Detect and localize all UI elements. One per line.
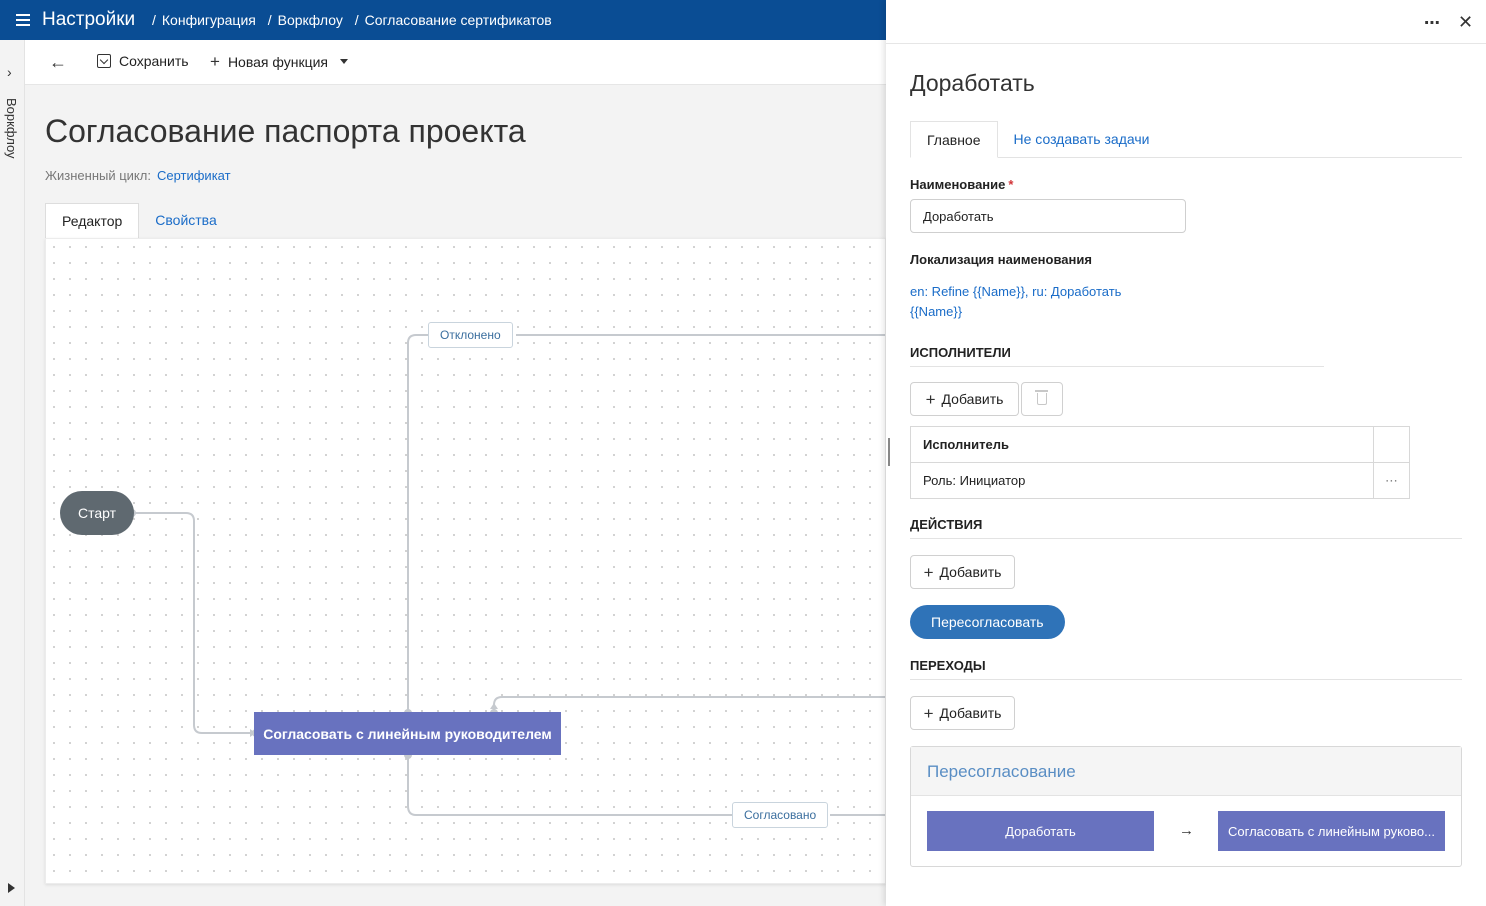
panel-resize-handle[interactable] (888, 438, 890, 466)
section-divider (910, 679, 1462, 680)
breadcrumb-item-configuration[interactable]: Конфигурация (162, 12, 256, 28)
play-icon[interactable] (8, 883, 15, 893)
localization-label: Локализация наименования (910, 252, 1092, 267)
save-button[interactable]: Сохранить (97, 53, 189, 69)
tab-properties[interactable]: Свойства (139, 203, 232, 239)
new-function-dropdown[interactable]: + Новая функция (210, 52, 349, 71)
new-function-label: Новая функция (227, 53, 329, 70)
transitions-section-title: ПЕРЕХОДЫ (910, 658, 986, 673)
hamburger-menu-icon[interactable] (14, 11, 32, 29)
workflow-canvas[interactable]: Старт Согласовать с линейным руководител… (45, 238, 886, 884)
breadcrumb-item-current[interactable]: Согласование сертификатов (365, 12, 552, 28)
row-more-icon[interactable]: ⋯ (1373, 462, 1410, 499)
edge-label-approved[interactable]: Согласовано (732, 802, 829, 828)
required-mark: * (1008, 177, 1014, 192)
tab-editor[interactable]: Редактор (45, 203, 140, 239)
action-chip-reapprove[interactable]: Пересогласовать (910, 605, 1065, 639)
add-transition-button[interactable]: + Добавить (910, 696, 1015, 730)
app-title[interactable]: Настройки (42, 9, 135, 31)
plus-icon: + (923, 562, 934, 582)
edge-label-rejected[interactable]: Отклонено (428, 322, 513, 348)
toolbar: ← Сохранить + Новая функция (25, 40, 886, 85)
executors-section-title: ИСПОЛНИТЕЛИ (910, 345, 1011, 360)
lifecycle-info: Жизненный цикл: Сертификат (45, 168, 231, 183)
left-rail: › Воркфлоу (0, 40, 25, 906)
name-label-text: Наименование (910, 177, 1006, 192)
rail-label-workflow[interactable]: Воркфлоу (4, 98, 19, 159)
lifecycle-link[interactable]: Сертификат (157, 168, 231, 183)
arrowhead (490, 703, 498, 709)
close-icon[interactable]: ✕ (1458, 12, 1473, 33)
page-tabs: Редактор Свойства (45, 203, 233, 239)
top-bar: Настройки / Конфигурация / Воркфлоу / Согла… (0, 0, 886, 40)
column-header-executor: Исполнитель (910, 426, 1374, 463)
add-action-label: Добавить (939, 564, 1002, 580)
edge-return-to-task (493, 696, 885, 712)
caret-down-icon (340, 59, 349, 64)
start-node[interactable]: Старт (60, 491, 134, 535)
save-icon (97, 54, 111, 68)
edge-task-to-approved (407, 755, 732, 816)
main-content: Согласование паспорта проекта Жизненный … (25, 85, 886, 906)
transition-to-node[interactable]: Согласовать с линейным руково... (1218, 811, 1445, 851)
section-divider (910, 538, 1462, 539)
transition-card[interactable]: Пересогласование Доработать → Согласоват… (910, 746, 1462, 867)
arrow-right-icon: → (1179, 822, 1194, 839)
actions-section-title: ДЕЙСТВИЯ (910, 517, 983, 532)
section-divider (910, 366, 1324, 367)
add-executor-button[interactable]: + Добавить (910, 382, 1019, 416)
executors-table: Исполнитель Роль: Инициатор ⋯ (910, 426, 1410, 499)
edge-task-to-rejected (407, 334, 428, 712)
tab-no-tasks[interactable]: Не создавать задачи (998, 121, 1166, 158)
plus-icon: + (923, 703, 934, 723)
save-button-label: Сохранить (119, 53, 189, 69)
trash-icon (1035, 390, 1048, 405)
breadcrumb: / Конфигурация / Воркфлоу / Согласование се… (152, 12, 552, 28)
properties-panel: ⋯ ✕ Доработать Главное Не создавать зада… (886, 0, 1486, 906)
panel-title: Доработать (910, 70, 1035, 96)
breadcrumb-item-workflow[interactable]: Воркфлоу (278, 12, 343, 28)
task-node[interactable]: Согласовать с линейным руководителем (254, 712, 561, 755)
executor-cell[interactable]: Роль: Инициатор (910, 462, 1374, 499)
more-options-icon[interactable]: ⋯ (1424, 13, 1441, 33)
back-arrow-icon[interactable]: ← (49, 52, 67, 73)
page-title: Согласование паспорта проекта (45, 113, 526, 149)
delete-executor-button[interactable] (1021, 382, 1063, 416)
plus-icon: + (925, 389, 936, 409)
tab-main[interactable]: Главное (910, 121, 998, 158)
edge-start-to-task (132, 512, 250, 734)
panel-tabs: Главное Не создавать задачи (910, 121, 1462, 158)
chevron-right-icon[interactable]: › (7, 64, 12, 80)
name-field-label: Наименование * (910, 177, 1013, 192)
transition-from-node[interactable]: Доработать (927, 811, 1154, 851)
transition-card-title[interactable]: Пересогласование (911, 747, 1461, 796)
column-header-actions (1373, 426, 1410, 463)
lifecycle-label: Жизненный цикл: (45, 168, 151, 183)
panel-header: ⋯ ✕ (886, 0, 1486, 44)
localization-link[interactable]: en: Refine {{Name}}, ru: Доработать {{Na… (910, 282, 1160, 322)
add-action-button[interactable]: + Добавить (910, 555, 1015, 589)
name-input[interactable] (910, 199, 1186, 233)
add-executor-label: Добавить (941, 391, 1004, 407)
table-header-row: Исполнитель (910, 426, 1410, 463)
add-transition-label: Добавить (939, 705, 1002, 721)
table-row[interactable]: Роль: Инициатор ⋯ (910, 462, 1410, 499)
plus-icon: + (210, 52, 220, 71)
